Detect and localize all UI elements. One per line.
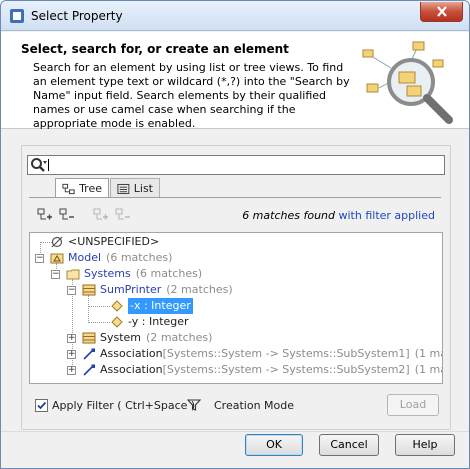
- window-title: Select Property: [31, 9, 123, 23]
- tree-expander[interactable]: +: [67, 366, 76, 375]
- title-bar[interactable]: Select Property: [1, 1, 469, 31]
- tree-item-label: System: [100, 331, 142, 344]
- class-icon: [82, 332, 96, 344]
- header-description: Search for an element by using list or t…: [33, 61, 350, 130]
- load-button[interactable]: Load: [387, 394, 439, 416]
- tree-item-matches: (2 matches): [166, 283, 233, 296]
- tab-list-label: List: [133, 182, 153, 195]
- tree-item-association-1[interactable]: Association [Systems::System -> Systems:…: [82, 346, 442, 362]
- tree-item-attribute-y[interactable]: -y : Integer: [110, 314, 189, 330]
- association-icon: [83, 348, 95, 360]
- text-caret: [48, 159, 49, 171]
- select-property-dialog: Select Property Select, search for, or c…: [0, 0, 470, 469]
- package-folder-icon: [66, 269, 80, 280]
- close-button[interactable]: [420, 2, 463, 22]
- tree-view-icon: [62, 183, 75, 194]
- tree-item-matches: (6 matches): [106, 251, 173, 264]
- match-count: 6 matches found: [242, 209, 335, 222]
- app-icon: [10, 9, 24, 23]
- apply-filter-label[interactable]: Apply Filter ( Ctrl+Space ): [52, 399, 195, 412]
- tree-expander[interactable]: +: [67, 350, 76, 359]
- expand-all-icon[interactable]: [37, 208, 53, 222]
- help-button[interactable]: Help: [395, 434, 455, 456]
- expand-selected-icon[interactable]: [93, 208, 109, 222]
- class-icon: [82, 284, 96, 296]
- tree-connector: [88, 295, 89, 323]
- tab-tree-label: Tree: [79, 182, 102, 195]
- creation-mode-toggle[interactable]: Creation Mode: [214, 399, 294, 412]
- ok-button[interactable]: OK: [245, 434, 303, 456]
- tree-item-attribute-x[interactable]: -x : Integer: [110, 298, 193, 314]
- close-icon: [436, 6, 447, 17]
- tree-item-qualifier: [Systems::System -> Systems::SubSystem2]: [162, 363, 410, 376]
- tree-expander[interactable]: −: [51, 270, 60, 279]
- tree-item-qualifier: [Systems::System -> Systems::SubSystem1]: [162, 347, 410, 360]
- null-icon: [51, 236, 63, 248]
- cancel-button[interactable]: Cancel: [319, 434, 379, 456]
- tab-list[interactable]: List: [110, 178, 160, 198]
- header-title: Select, search for, or create an element: [21, 42, 289, 56]
- filter-applied-link[interactable]: with filter applied: [339, 209, 436, 222]
- magnifier-illustration-icon: [362, 41, 453, 124]
- tree-item-model[interactable]: Model (6 matches): [50, 250, 172, 266]
- checkmark-icon: [37, 401, 47, 410]
- tree-connector: [88, 306, 110, 307]
- tree-item-label: Systems: [84, 267, 131, 280]
- tree-item-label: -x : Integer: [128, 298, 193, 314]
- tree-item-label: -y : Integer: [128, 315, 189, 328]
- footer-divider: [1, 431, 469, 432]
- tree-item-matches: (1 match): [414, 347, 442, 360]
- tree-item-sumprinter[interactable]: SumPrinter (2 matches): [82, 282, 233, 298]
- model-package-icon: [50, 253, 64, 264]
- search-input[interactable]: [27, 155, 445, 175]
- collapse-all-icon[interactable]: [59, 208, 75, 222]
- tree-item-label: Model: [68, 251, 102, 264]
- collapse-selected-icon[interactable]: [115, 208, 131, 222]
- tree-item-label: SumPrinter: [100, 283, 162, 296]
- private-property-icon: [111, 300, 123, 312]
- tree-item-matches: (2 matches): [146, 331, 213, 344]
- tree-item-matches: (1 match): [414, 363, 442, 376]
- tree-expander[interactable]: +: [67, 334, 76, 343]
- tree-item-label: Association: [100, 363, 163, 376]
- private-property-icon: [111, 316, 123, 328]
- search-icon[interactable]: [30, 157, 48, 173]
- tree-expander[interactable]: −: [35, 254, 44, 263]
- tree-expander[interactable]: −: [67, 286, 76, 295]
- tree-item-systems[interactable]: Systems (6 matches): [66, 266, 202, 282]
- tree-item-label: <UNSPECIFIED>: [68, 235, 160, 248]
- dialog-header: Select, search for, or create an element…: [1, 32, 469, 130]
- filter-icon[interactable]: [187, 398, 201, 412]
- element-tree[interactable]: <UNSPECIFIED> − Model (6 matches) − Syst…: [29, 232, 443, 384]
- tree-connector: [88, 322, 110, 323]
- match-summary: 6 matches found with filter applied: [242, 209, 435, 222]
- tree-item-matches: (6 matches): [135, 267, 203, 280]
- tree-item-association-2[interactable]: Association [Systems::System -> Systems:…: [82, 362, 442, 378]
- tab-tree[interactable]: Tree: [55, 178, 109, 198]
- tree-item-unspecified[interactable]: <UNSPECIFIED>: [50, 234, 159, 250]
- association-icon: [83, 364, 95, 376]
- tree-item-system[interactable]: System (2 matches): [82, 330, 212, 346]
- tree-item-label: Association: [100, 347, 163, 360]
- apply-filter-checkbox[interactable]: [35, 399, 48, 412]
- tab-divider: [29, 197, 441, 198]
- list-view-icon: [117, 183, 130, 194]
